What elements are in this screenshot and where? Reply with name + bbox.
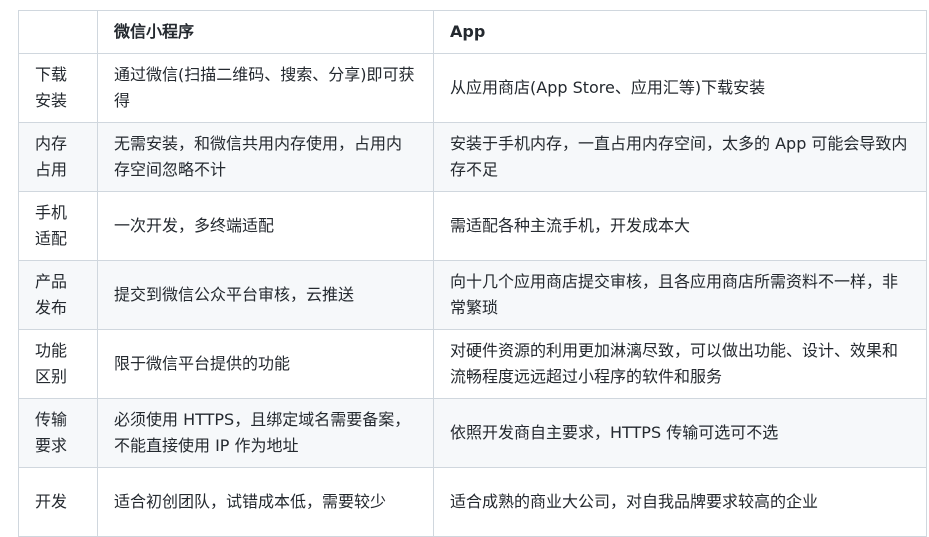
mini-program-cell: 必须使用 HTTPS，且绑定域名需要备案，不能直接使用 IP 作为地址 — [97, 398, 434, 468]
table-row: 内存占用 无需安装，和微信共用内存使用，占用内存空间忽略不计 安装于手机内存，一… — [18, 122, 927, 192]
app-cell: 安装于手机内存，一直占用内存空间，太多的 App 可能会导致内存不足 — [433, 122, 927, 192]
comparison-table: 微信小程序 App 下载安装 通过微信(扫描二维码、搜索、分享)即可获得 从应用… — [18, 10, 927, 537]
row-label: 内存占用 — [18, 122, 98, 192]
header-app: App — [433, 10, 927, 54]
table-row: 传输要求 必须使用 HTTPS，且绑定域名需要备案，不能直接使用 IP 作为地址… — [18, 398, 927, 468]
table-row: 产品发布 提交到微信公众平台审核，云推送 向十几个应用商店提交审核，且各应用商店… — [18, 260, 927, 330]
row-label: 下载安装 — [18, 53, 98, 123]
row-label: 传输要求 — [18, 398, 98, 468]
table-row: 手机适配 一次开发，多终端适配 需适配各种主流手机，开发成本大 — [18, 191, 927, 261]
mini-program-cell: 一次开发，多终端适配 — [97, 191, 434, 261]
app-cell: 从应用商店(App Store、应用汇等)下载安装 — [433, 53, 927, 123]
app-cell: 对硬件资源的利用更加淋漓尽致，可以做出功能、设计、效果和流畅程度远远超过小程序的… — [433, 329, 927, 399]
row-label: 手机适配 — [18, 191, 98, 261]
table-row: 开发 适合初创团队，试错成本低，需要较少 适合成熟的商业大公司，对自我品牌要求较… — [18, 467, 927, 537]
app-cell: 需适配各种主流手机，开发成本大 — [433, 191, 927, 261]
app-cell: 向十几个应用商店提交审核，且各应用商店所需资料不一样，非常繁琐 — [433, 260, 927, 330]
row-label: 产品发布 — [18, 260, 98, 330]
app-cell: 依照开发商自主要求，HTTPS 传输可选可不选 — [433, 398, 927, 468]
table-row: 功能区别 限于微信平台提供的功能 对硬件资源的利用更加淋漓尽致，可以做出功能、设… — [18, 329, 927, 399]
mini-program-cell: 提交到微信公众平台审核，云推送 — [97, 260, 434, 330]
table-header-row: 微信小程序 App — [18, 10, 927, 54]
comparison-table-container: 微信小程序 App 下载安装 通过微信(扫描二维码、搜索、分享)即可获得 从应用… — [18, 10, 927, 537]
header-blank — [18, 10, 98, 54]
mini-program-cell: 适合初创团队，试错成本低，需要较少 — [97, 467, 434, 537]
row-label: 功能区别 — [18, 329, 98, 399]
mini-program-cell: 限于微信平台提供的功能 — [97, 329, 434, 399]
mini-program-cell: 无需安装，和微信共用内存使用，占用内存空间忽略不计 — [97, 122, 434, 192]
app-cell: 适合成熟的商业大公司，对自我品牌要求较高的企业 — [433, 467, 927, 537]
table-row: 下载安装 通过微信(扫描二维码、搜索、分享)即可获得 从应用商店(App Sto… — [18, 53, 927, 123]
header-mini-program: 微信小程序 — [97, 10, 434, 54]
row-label: 开发 — [18, 467, 98, 537]
mini-program-cell: 通过微信(扫描二维码、搜索、分享)即可获得 — [97, 53, 434, 123]
